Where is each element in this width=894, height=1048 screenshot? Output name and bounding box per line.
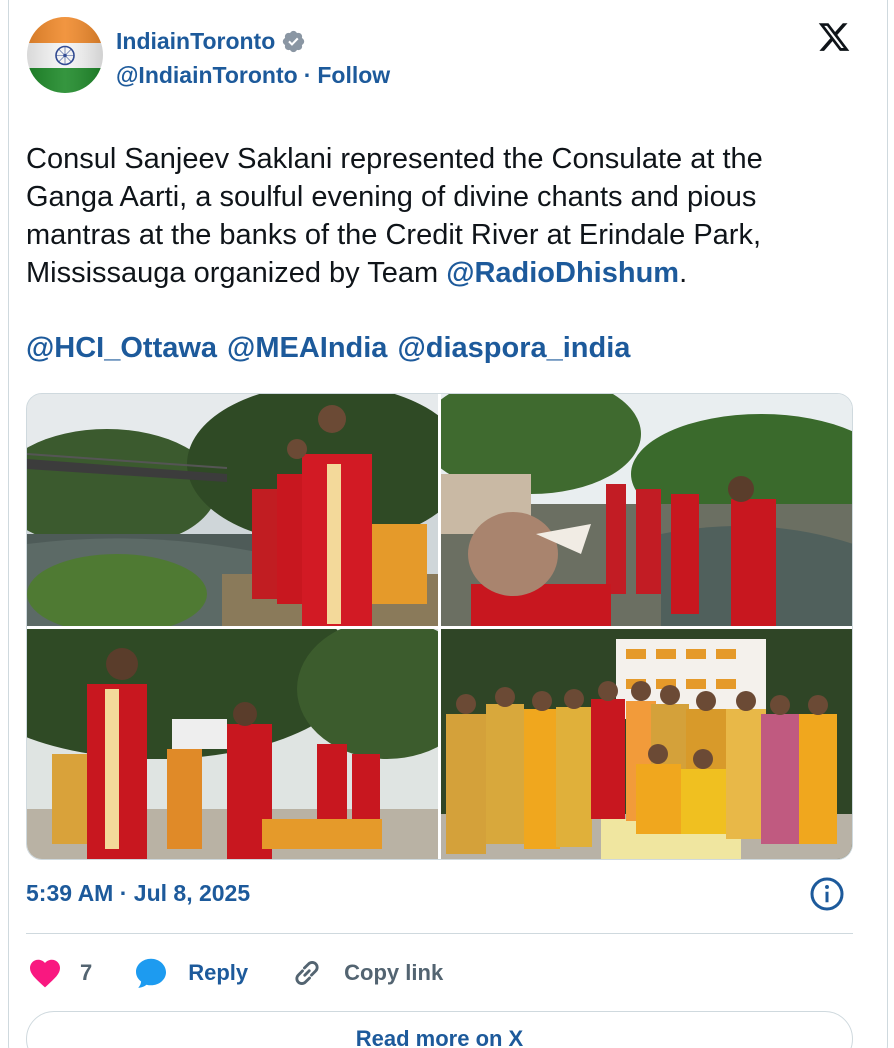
photo-2[interactable] — [441, 394, 852, 626]
tag-link-diaspora-india[interactable]: @diaspora_india — [397, 332, 630, 365]
tweet-text-end: . — [679, 257, 688, 289]
photo-4[interactable] — [441, 629, 852, 859]
follow-link[interactable]: Follow — [317, 62, 390, 89]
mention-link[interactable]: @RadioDhishum — [446, 257, 679, 289]
photo-4-image — [441, 629, 852, 859]
heart-icon — [30, 959, 60, 988]
author-display-name[interactable]: IndiainToronto — [116, 28, 275, 55]
copy-link-button[interactable]: Copy link — [288, 955, 443, 991]
photo-3[interactable] — [27, 629, 438, 859]
tag-link-meaindia[interactable]: @MEAIndia — [227, 332, 387, 365]
x-logo-icon[interactable] — [816, 20, 852, 54]
author-handle[interactable]: @IndiainToronto — [116, 62, 298, 89]
media-grid — [26, 393, 853, 860]
reply-button[interactable]: Reply — [132, 955, 248, 991]
author-avatar[interactable] — [27, 17, 103, 93]
photo-1-image — [27, 394, 438, 626]
link-icon — [295, 960, 319, 986]
read-more-button[interactable]: Read more on X — [26, 1011, 853, 1048]
author-handle-row: @IndiainToronto · Follow — [116, 62, 390, 89]
reply-bubble-icon — [136, 958, 167, 988]
photo-2-image — [441, 394, 852, 626]
indian-flag-image — [27, 17, 103, 93]
separator-dot: · — [303, 62, 312, 88]
copy-link-label: Copy link — [344, 960, 444, 985]
info-icon[interactable] — [809, 876, 845, 912]
photo-1[interactable] — [27, 394, 438, 626]
divider — [26, 933, 853, 934]
photo-3-image — [27, 629, 438, 859]
verified-badge-icon — [281, 29, 306, 54]
hashtag-row: @HCI_Ottawa @MEAIndia @diaspora_india — [26, 332, 630, 365]
like-count: 7 — [80, 960, 93, 985]
tweet-body: Consul Sanjeev Saklani represented the C… — [26, 140, 846, 292]
action-bar: 7 Reply Copy link — [26, 953, 443, 993]
tag-link-hci-ottawa[interactable]: @HCI_Ottawa — [26, 332, 217, 365]
like-button[interactable]: 7 — [26, 955, 92, 991]
author-name-row[interactable]: IndiainToronto — [116, 28, 306, 55]
tweet-timestamp[interactable]: 5:39 AM · Jul 8, 2025 — [26, 880, 250, 907]
reply-label: Reply — [188, 960, 249, 985]
